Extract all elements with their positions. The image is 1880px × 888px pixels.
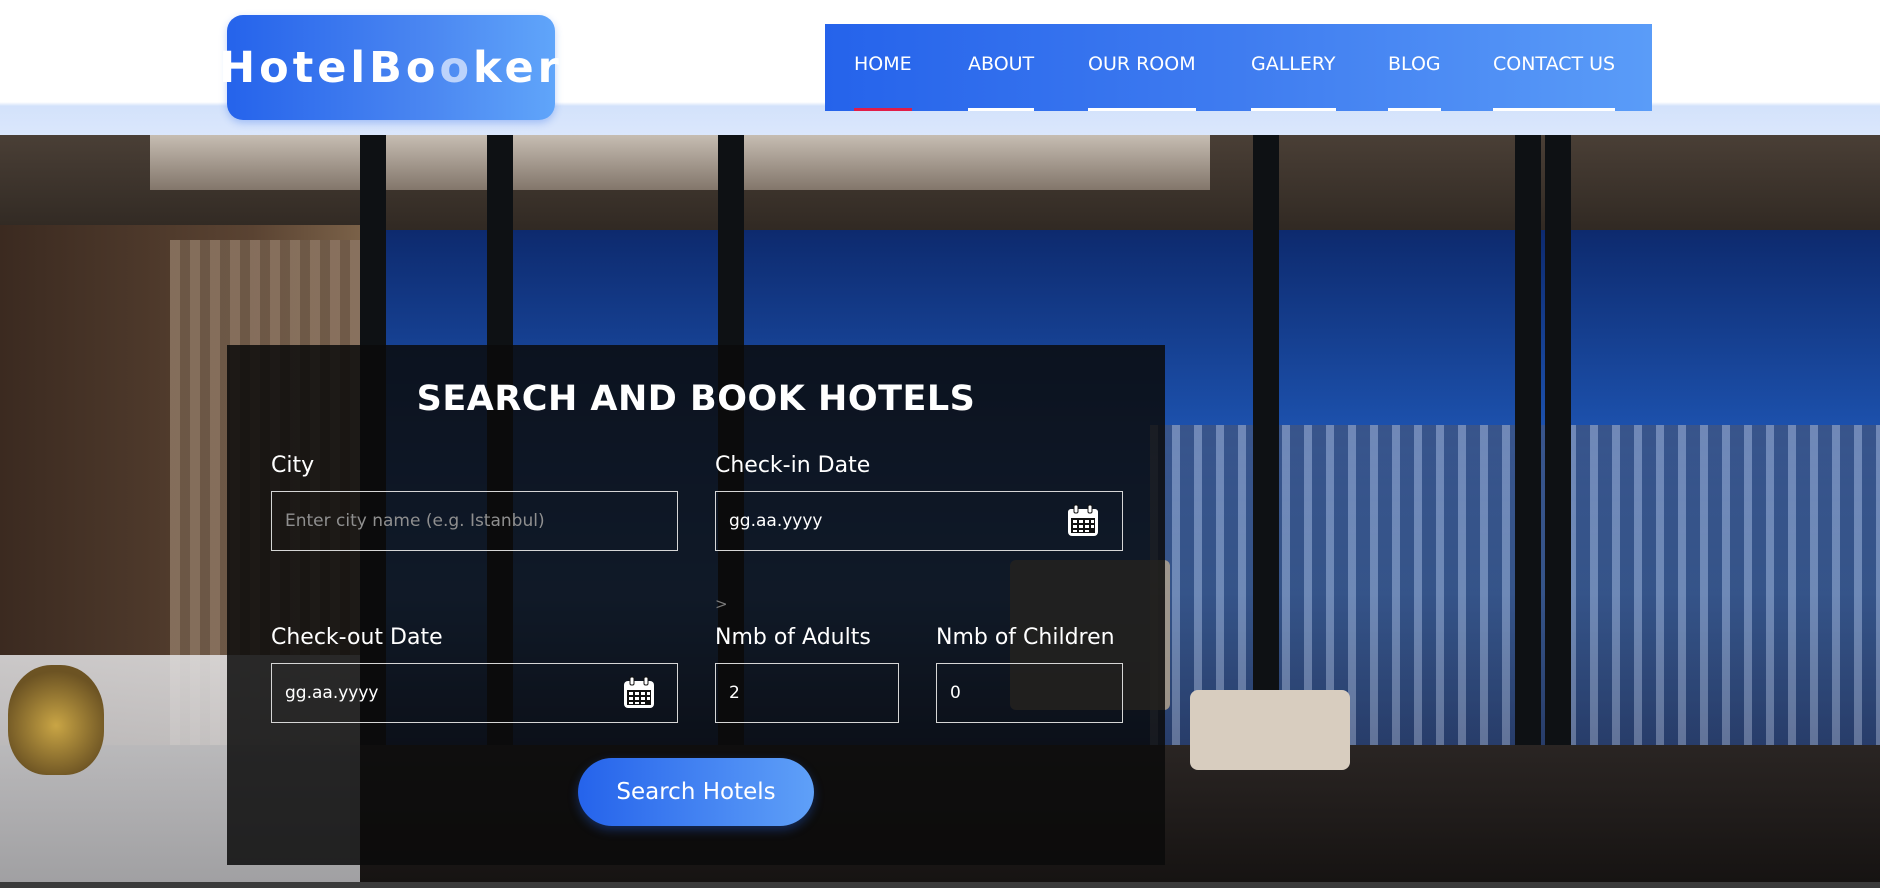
brand-text-part2: o [439,42,474,93]
checkin-date-value: gg.aa.yyyy [729,511,823,531]
brand-text-part3: ker [473,42,563,93]
nav-link-contact-us[interactable]: CONTACT US [1493,24,1616,111]
main-nav: HOME ABOUT OUR ROOM GALLERY BLOG CONTACT… [825,24,1652,111]
nav-link-our-room[interactable]: OUR ROOM [1088,24,1196,111]
checkin-date-input[interactable]: gg.aa.yyyy [715,491,1123,551]
brand-logo[interactable]: HotelBo o ker [219,15,559,120]
adults-label: Nmb of Adults [715,625,871,650]
nav-link-blog[interactable]: BLOG [1388,24,1441,111]
brand-text-part1: HotelBo [219,42,440,93]
hotel-search-form: SEARCH AND BOOK HOTELS City Enter city n… [227,345,1165,865]
checkout-date-input[interactable]: gg.aa.yyyy [271,663,678,723]
adults-input[interactable]: 2 [715,663,899,723]
children-label: Nmb of Children [936,625,1115,650]
children-input[interactable]: 0 [936,663,1123,723]
checkout-label: Check-out Date [271,625,443,650]
checkin-label: Check-in Date [715,453,871,478]
city-input[interactable]: Enter city name (e.g. Istanbul) [271,491,678,551]
checkout-date-value: gg.aa.yyyy [285,683,379,703]
city-label: City [271,453,315,478]
nav-link-about[interactable]: ABOUT [968,24,1035,111]
calendar-icon[interactable] [1066,504,1100,538]
calendar-icon[interactable] [622,676,656,710]
search-form-title: SEARCH AND BOOK HOTELS [416,379,976,419]
nav-link-gallery[interactable]: GALLERY [1251,24,1336,111]
search-hotels-button[interactable]: Search Hotels [578,758,814,826]
nav-link-home[interactable]: HOME [854,24,912,111]
bottom-bar [0,882,1880,888]
stray-text: > [715,595,728,613]
